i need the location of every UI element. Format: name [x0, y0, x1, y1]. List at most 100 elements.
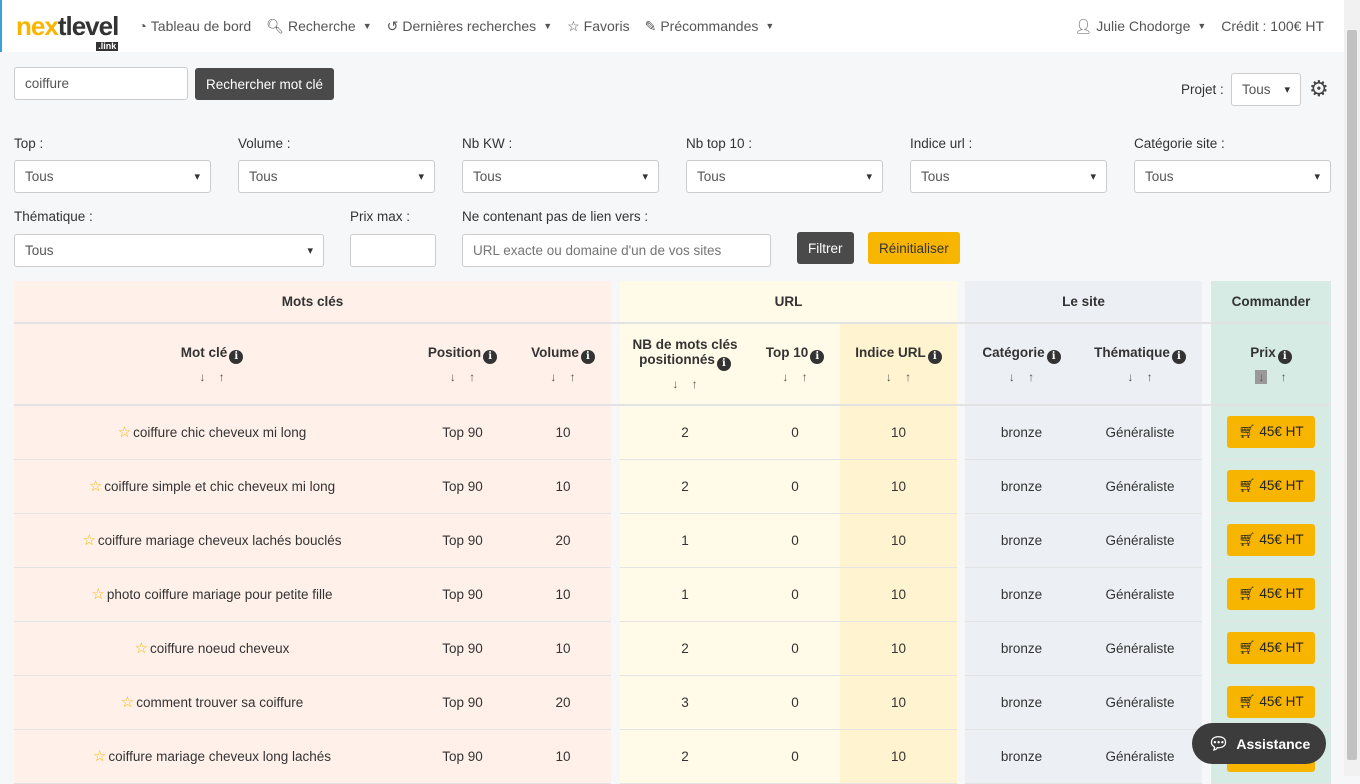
cell-pos: Top 90 — [410, 729, 515, 784]
filter-label: Nb KW : — [462, 136, 513, 151]
nav-recherche[interactable]: 🔍︎ Recherche ▼ — [266, 18, 371, 35]
sort-arrows[interactable]: ↓ ↑ — [1211, 369, 1331, 384]
table-row: ☆ comment trouver sa coiffure Top 90 20 3 0 10… — [14, 675, 1331, 730]
order-button[interactable]: 🛒︎ 45€ HT — [1227, 524, 1315, 556]
cell-pos: Top 90 — [410, 513, 515, 568]
filter-select[interactable]: Tous — [910, 160, 1107, 193]
cell-top10: 0 — [750, 405, 840, 460]
cell-vol: 20 — [515, 675, 611, 730]
info-icon[interactable]: i — [716, 357, 731, 371]
cell-nb: 2 — [620, 729, 750, 784]
nav-precommandes[interactable]: ✎ Précommandes ▼ — [645, 18, 775, 35]
scrollbar[interactable] — [1344, 0, 1360, 776]
cell-cat: bronze — [965, 729, 1078, 784]
info-icon[interactable]: i — [580, 349, 595, 364]
star-icon[interactable]: ☆ — [93, 748, 106, 765]
filter-label: Indice url : — [910, 136, 973, 151]
cell-cat: bronze — [965, 405, 1078, 460]
assistance-button[interactable]: 💬︎ Assistance — [1192, 723, 1326, 764]
sort-arrows[interactable]: ↓ ↑ — [750, 370, 840, 384]
sort-arrows[interactable]: ↓ ↑ — [1078, 370, 1202, 384]
table-row: ☆ photo coiffure mariage pour petite fill… — [14, 567, 1331, 622]
star-icon[interactable]: ☆ — [82, 532, 95, 549]
star-icon: ☆ — [567, 17, 580, 34]
cell-them: Généraliste — [1078, 621, 1202, 676]
reset-button[interactable]: Réinitialiser — [868, 232, 960, 264]
order-button[interactable]: 🛒︎ 45€ HT — [1227, 686, 1315, 718]
info-icon[interactable]: i — [1046, 349, 1061, 364]
filter-button[interactable]: Filtrer — [797, 232, 854, 264]
group-url: URL — [620, 281, 957, 324]
cell-indice: 10 — [840, 459, 957, 514]
cell-top10: 0 — [750, 621, 840, 676]
cell-top10: 0 — [750, 729, 840, 784]
star-icon[interactable]: ☆ — [91, 586, 104, 603]
cell-indice: 10 — [840, 513, 957, 568]
star-icon[interactable]: ☆ — [118, 424, 131, 441]
order-button[interactable]: 🛒︎ 45€ HT — [1227, 632, 1315, 664]
star-icon[interactable]: ☆ — [121, 694, 134, 711]
info-icon[interactable]: i — [483, 349, 498, 364]
sort-arrows[interactable]: ↓ ↑ — [840, 370, 957, 384]
keyword: comment trouver sa coiffure — [136, 695, 304, 710]
star-icon[interactable]: ☆ — [135, 640, 148, 657]
logo[interactable]: nextlevel .link — [16, 13, 119, 51]
thematique-select[interactable]: Tous — [14, 234, 324, 267]
preorder-icon: ✎ — [644, 17, 657, 34]
sort-arrows[interactable]: ↓ ↑ — [515, 370, 611, 384]
cell-cat: bronze — [965, 459, 1078, 514]
cell-nb: 1 — [620, 513, 750, 568]
cell-indice: 10 — [840, 405, 957, 460]
search-button[interactable]: Rechercher mot clé — [195, 68, 335, 100]
filter-select[interactable]: Tous — [238, 160, 435, 193]
filter-select[interactable]: Tous — [462, 160, 659, 193]
cell-cat: bronze — [965, 675, 1078, 730]
filter-label: Top : — [14, 136, 44, 151]
sort-arrows[interactable]: ↓ ↑ — [620, 377, 750, 391]
user-menu[interactable]: 👤︎ Julie Chodorge ▼ — [1074, 18, 1206, 35]
info-icon[interactable]: i — [927, 349, 942, 364]
cell-nb: 3 — [620, 675, 750, 730]
sort-arrows[interactable]: ↓ ↑ — [965, 370, 1078, 384]
filter-select[interactable]: Tous — [14, 160, 211, 193]
column-header: Indice URL i ↓ ↑ — [840, 323, 957, 406]
column-header: Position i ↓ ↑ — [410, 323, 515, 406]
cell-vol: 10 — [515, 621, 611, 676]
column-header: Catégorie i ↓ ↑ — [965, 323, 1078, 406]
search-input[interactable] — [14, 67, 188, 100]
info-icon[interactable]: i — [1171, 349, 1186, 364]
nav-dernieres-recherches[interactable]: ↺ Dernières recherches ▼ — [387, 18, 553, 35]
filter-label: Nb top 10 : — [686, 136, 753, 151]
group-commander: Commander — [1211, 281, 1331, 324]
cell-indice: 10 — [840, 729, 957, 784]
cell-nb: 2 — [620, 459, 750, 514]
info-icon[interactable]: i — [229, 349, 244, 364]
info-icon[interactable]: i — [810, 349, 825, 364]
nav-favoris[interactable]: ☆ Favoris — [567, 18, 629, 35]
group-le-site: Le site — [965, 281, 1202, 324]
order-button[interactable]: 🛒︎ 45€ HT — [1227, 416, 1315, 449]
keyword: coiffure noeud cheveux — [150, 641, 290, 656]
sort-arrows[interactable]: ↓ ↑ — [14, 370, 410, 384]
exclude-url-input[interactable] — [462, 234, 771, 267]
nav-dashboard[interactable]: ◔ Tableau de bord — [138, 18, 251, 34]
order-button[interactable]: 🛒︎ 45€ HT — [1227, 578, 1315, 610]
cell-indice: 10 — [840, 621, 957, 676]
sort-arrows[interactable]: ↓ ↑ — [410, 370, 515, 384]
cell-them: Généraliste — [1078, 405, 1202, 460]
table-row: ☆ coiffure chic cheveux mi long Top 90 10 2 0… — [14, 405, 1331, 460]
star-icon[interactable]: ☆ — [89, 478, 102, 495]
caret-down-icon: ▼ — [1197, 21, 1207, 31]
gear-icon[interactable]: ⚙ — [1309, 76, 1329, 102]
info-icon[interactable]: i — [1277, 349, 1292, 364]
filter-label: Volume : — [238, 136, 291, 151]
cell-pos: Top 90 — [410, 675, 515, 730]
prix-max-input[interactable] — [350, 234, 436, 267]
keyword: coiffure mariage cheveux long lachés — [108, 749, 332, 764]
filter-select[interactable]: Tous — [1134, 160, 1331, 193]
cell-them: Généraliste — [1078, 729, 1202, 784]
keyword: coiffure mariage cheveux lachés bouclés — [97, 533, 342, 548]
order-button[interactable]: 🛒︎ 45€ HT — [1227, 470, 1315, 502]
filter-select[interactable]: Tous — [686, 160, 883, 193]
project-select[interactable]: Tous — [1231, 73, 1301, 106]
